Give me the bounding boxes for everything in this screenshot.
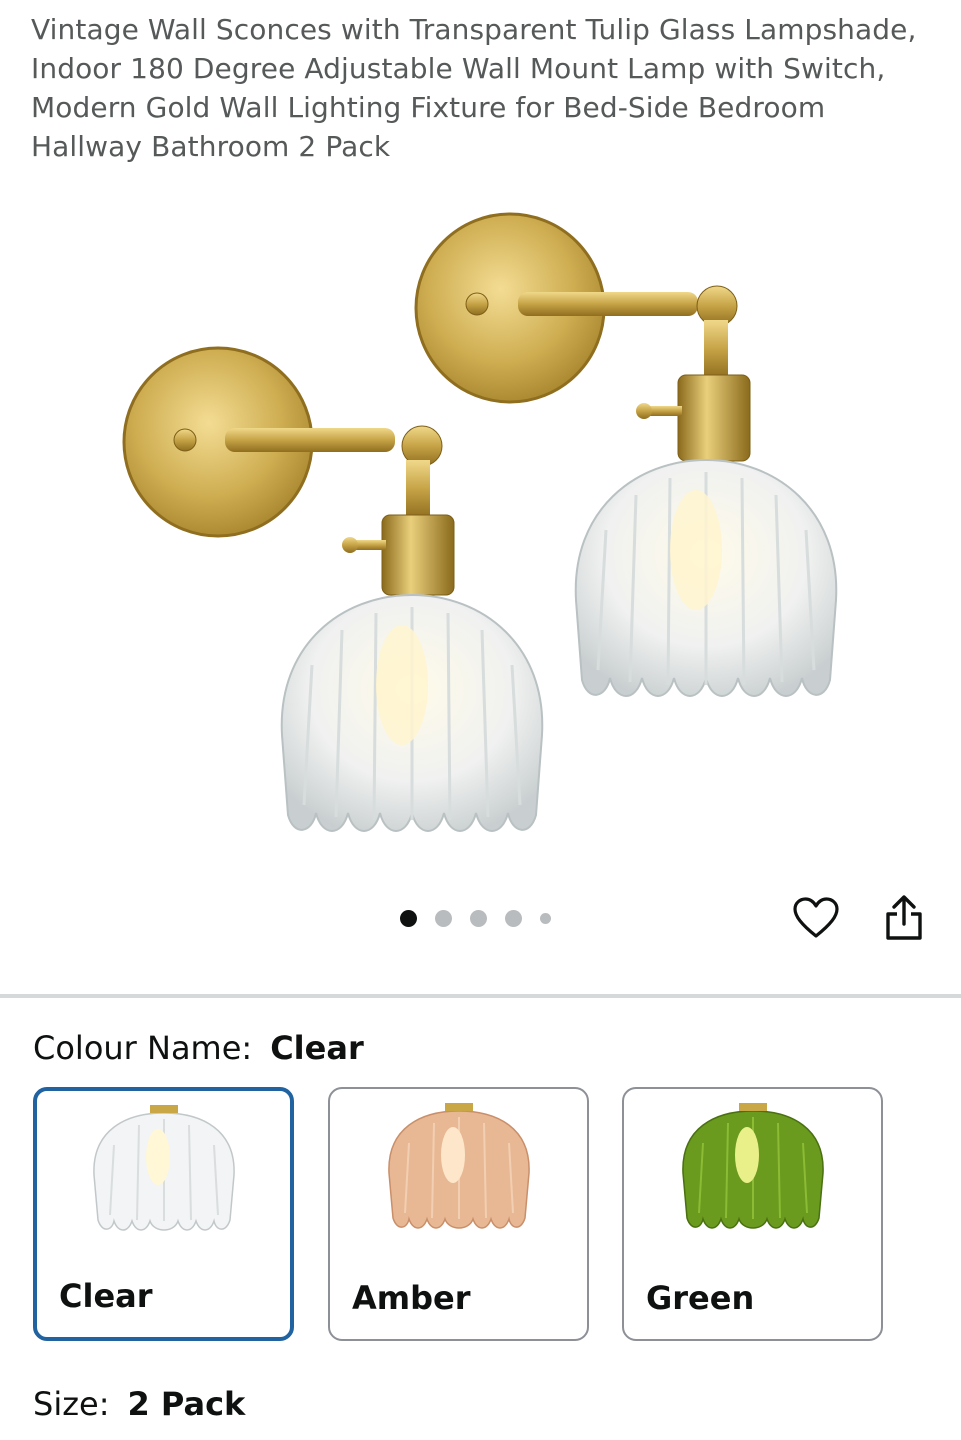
- amber-shade-thumbnail: [387, 1103, 530, 1229]
- share-icon: [886, 895, 922, 940]
- colour-swatch-clear[interactable]: Clear: [33, 1087, 294, 1341]
- heart-icon: [793, 897, 839, 938]
- gallery-dot[interactable]: [505, 909, 522, 927]
- product-image[interactable]: [0, 170, 961, 890]
- gallery-dot[interactable]: [540, 912, 551, 924]
- section-divider: [0, 994, 961, 998]
- gallery-dot[interactable]: [470, 909, 487, 927]
- share-button[interactable]: [879, 893, 929, 943]
- product-title: Vintage Wall Sconces with Transparent Tu…: [31, 13, 917, 163]
- swatch-label: Clear: [59, 1277, 153, 1315]
- colour-name-value: Clear: [270, 1029, 364, 1067]
- colour-name-row: Colour Name: Clear: [33, 1028, 364, 1068]
- size-label: Size:: [33, 1385, 110, 1423]
- gallery-dot[interactable]: [435, 909, 452, 927]
- colour-swatch-amber[interactable]: Amber: [328, 1087, 589, 1341]
- gallery-dot[interactable]: [400, 909, 417, 927]
- clear-shade-thumbnail: [92, 1105, 235, 1231]
- size-value: 2 Pack: [127, 1385, 246, 1423]
- green-shade-thumbnail: [681, 1103, 824, 1229]
- swatch-label: Amber: [352, 1279, 471, 1317]
- gallery-pagination[interactable]: [400, 906, 551, 930]
- colour-swatch-green[interactable]: Green: [622, 1087, 883, 1341]
- colour-name-label: Colour Name:: [33, 1029, 253, 1067]
- swatch-label: Green: [646, 1279, 755, 1317]
- size-row: Size: 2 Pack: [33, 1384, 245, 1424]
- sconce-left: [122, 346, 544, 833]
- wishlist-button[interactable]: [791, 893, 841, 943]
